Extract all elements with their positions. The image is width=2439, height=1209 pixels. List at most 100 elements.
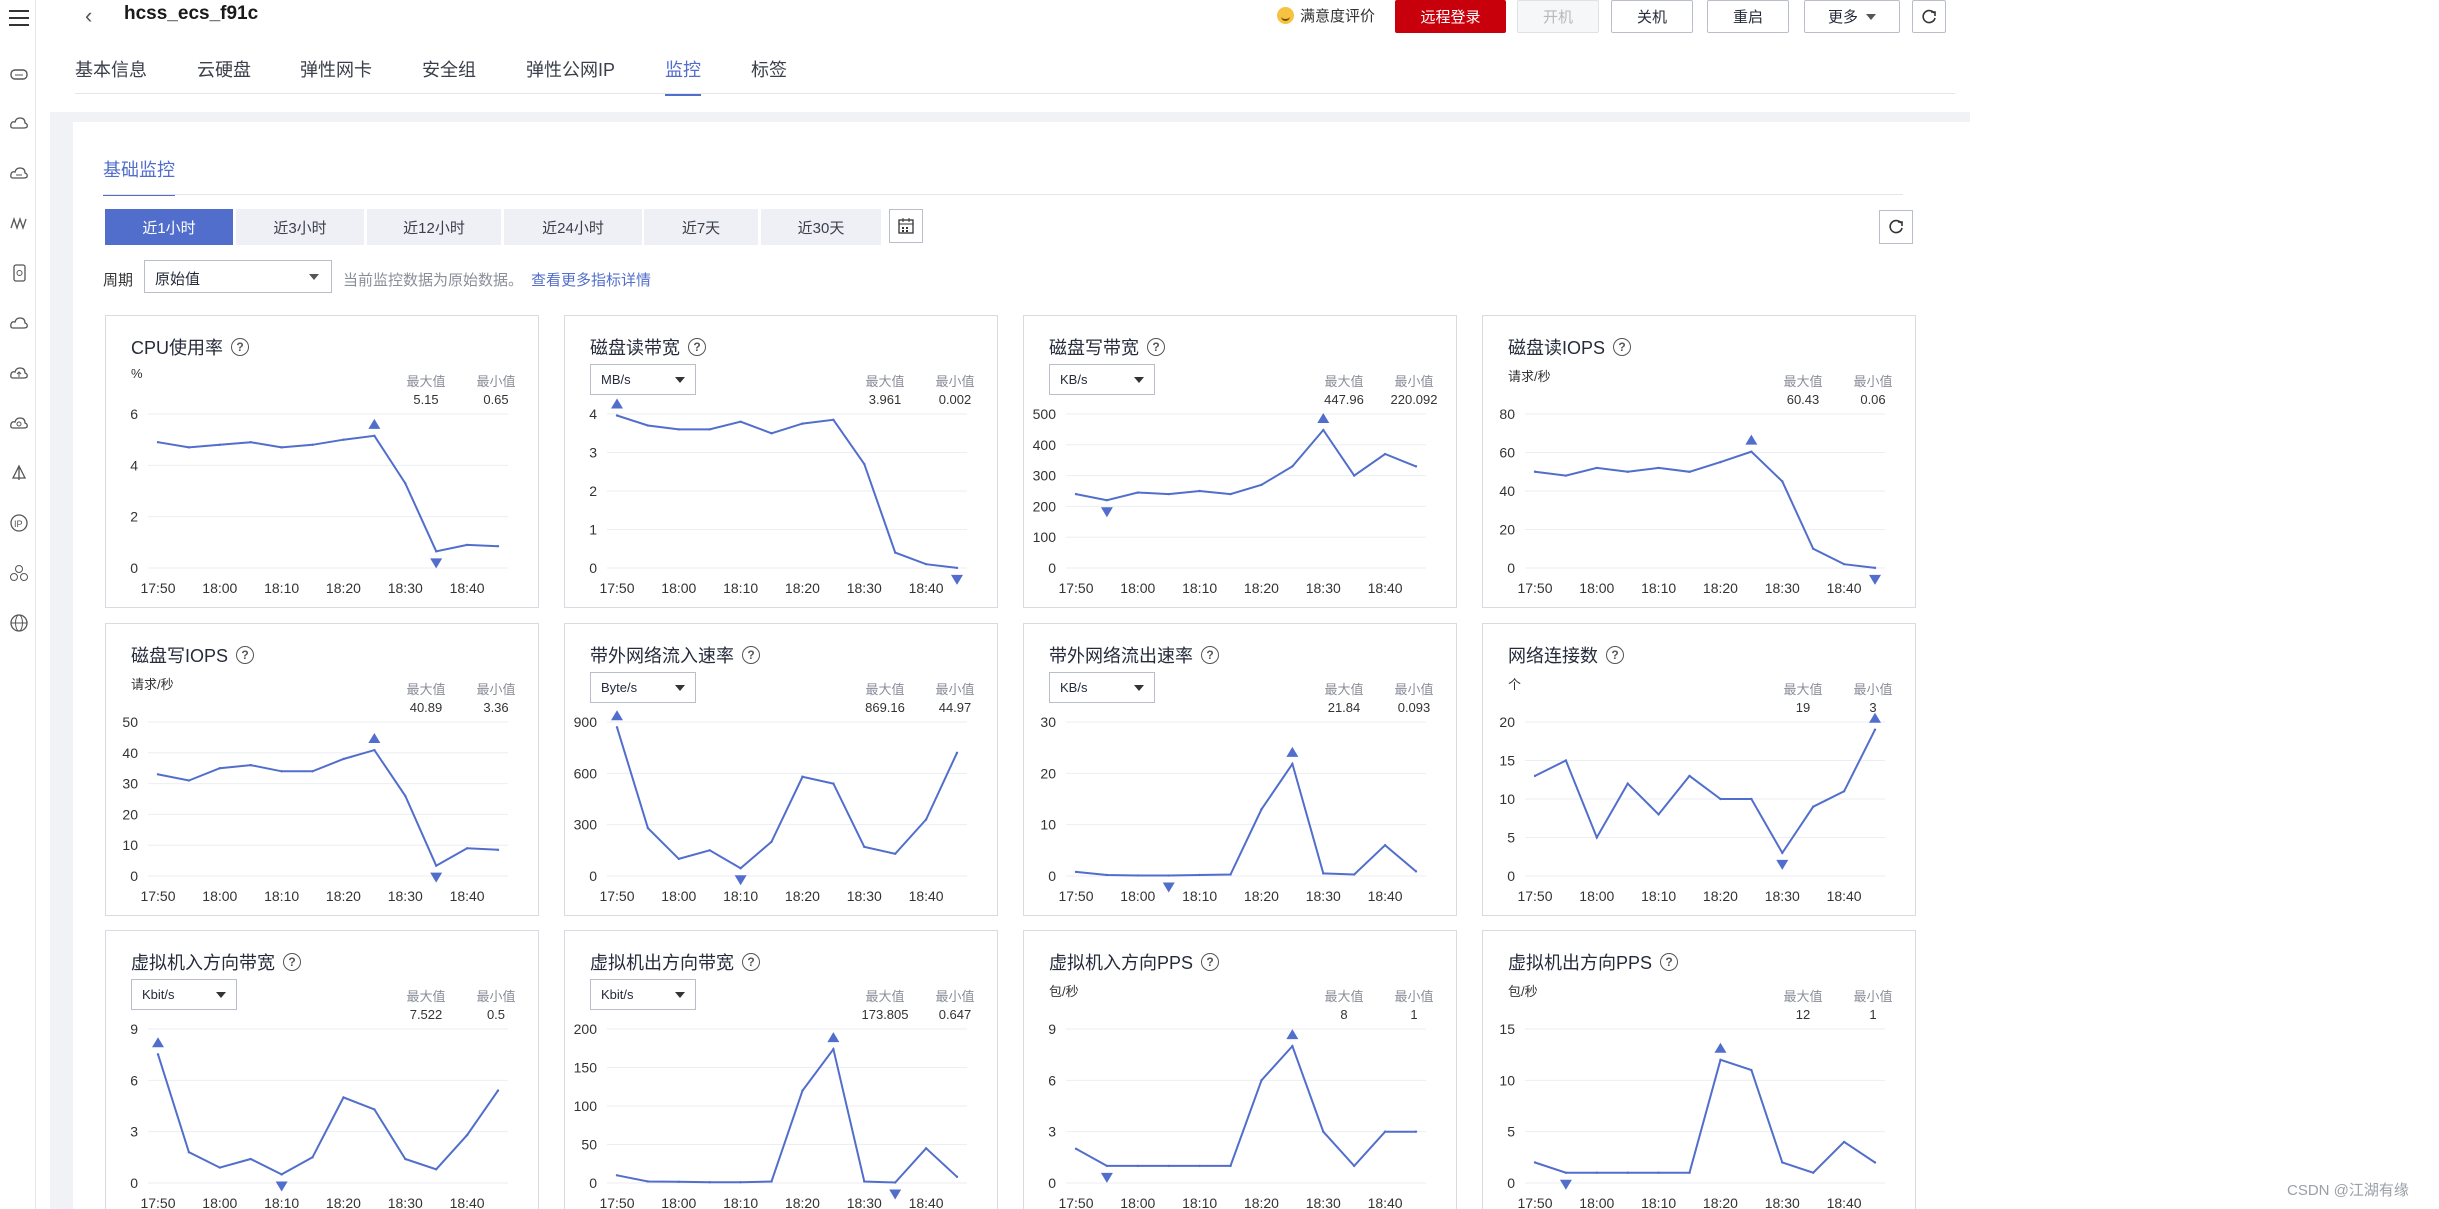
tab-basic-monitoring[interactable]: 基础监控 [103,156,175,196]
y-tick-label: 6 [130,406,138,422]
unit-select[interactable]: Kbit/s [131,979,237,1010]
cloud-sync-icon[interactable] [8,412,30,434]
metric-card: 50 40 30 20 10 0 17:50 18:00 18:10 18:20 18:30 18:4… [105,623,539,916]
y-tick-label: 900 [574,714,598,730]
range-7d[interactable]: 近7天 [644,209,758,245]
help-icon[interactable]: ? [742,646,760,664]
help-icon[interactable]: ? [742,953,760,971]
unit-select[interactable]: KB/s [1049,672,1155,703]
help-icon[interactable]: ? [1201,646,1219,664]
more-dropdown[interactable]: 更多 [1804,0,1900,33]
period-select[interactable]: 原始值 [144,260,332,293]
y-tick-label: 0 [1507,560,1515,576]
data-point [1873,728,1877,731]
range-1h[interactable]: 近1小时 [105,209,233,245]
metric-card: 200 150 100 50 0 17:50 18:00 18:10 18:20 18:30 18:… [564,930,998,1209]
x-tick-label: 18:10 [723,580,758,596]
globe-icon[interactable] [8,612,30,634]
y-tick-label: 20 [1499,714,1515,730]
data-point [1533,470,1537,473]
x-tick-label: 18:10 [1641,580,1676,596]
data-point [1626,782,1629,785]
max-marker-icon [152,1037,164,1048]
help-icon[interactable]: ? [688,338,706,356]
help-icon[interactable]: ? [231,338,250,356]
satisfaction-label: 满意度评价 [1300,8,1376,25]
min-label: 最小值 [1853,682,1893,697]
range-12h[interactable]: 近12小时 [367,209,501,245]
chevron-down-icon [309,274,319,280]
cloud-upload-icon[interactable] [8,362,30,384]
back-arrow-icon[interactable]: ‹ [85,3,92,29]
data-point [218,1166,222,1169]
refresh-button[interactable] [1912,0,1946,33]
range-3h[interactable]: 近3小时 [236,209,364,245]
unit-select[interactable]: MB/s [590,364,696,395]
data-point [708,1181,711,1184]
refresh-charts-button[interactable] [1879,210,1913,244]
data-point [801,422,804,425]
ip-icon[interactable]: IP [8,512,30,534]
tab-elastic-ip[interactable]: 弹性公网IP [526,56,615,94]
unit-select[interactable]: Kbit/s [590,979,696,1010]
help-icon[interactable]: ? [1201,953,1220,971]
data-point [893,852,897,855]
y-tick-label: 500 [1033,406,1057,422]
data-point [342,757,345,761]
help-icon[interactable]: ? [1660,953,1679,971]
unit-select[interactable]: Byte/s [590,672,696,703]
help-icon[interactable]: ? [283,953,301,971]
cloud-outline-icon[interactable] [8,312,30,334]
power-on-button[interactable]: 开机 [1517,0,1599,33]
data-point [1533,1161,1537,1164]
metric-title-text: 虚拟机出方向PPS [1508,953,1653,973]
tab-basic-info[interactable]: 基本信息 [75,56,147,94]
min-value: 0.647 [938,1007,972,1022]
power-off-button[interactable]: 关机 [1611,0,1693,33]
calendar-button[interactable] [889,209,923,243]
x-tick-label: 18:20 [326,1195,361,1209]
tab-monitoring[interactable]: 监控 [665,56,701,96]
data-point [1105,1164,1109,1168]
remote-login-button[interactable]: 远程登录 [1395,0,1506,33]
x-tick-label: 17:50 [140,1195,175,1209]
metric-title-text: 网络连接数 [1508,646,1598,666]
storage-icon[interactable] [8,262,30,284]
cloud-icon[interactable] [8,112,30,134]
y-tick-label: 150 [574,1060,598,1076]
help-icon[interactable]: ? [236,646,255,664]
cluster-icon[interactable] [8,562,30,584]
tab-elastic-nic[interactable]: 弹性网卡 [300,56,372,94]
help-icon[interactable]: ? [1613,338,1632,356]
network-icon[interactable] [8,212,30,234]
help-icon[interactable]: ? [1606,646,1624,664]
hamburger-menu-icon[interactable] [9,10,29,28]
data-point [646,1180,650,1183]
max-stat: 最大值 173.805 [855,986,915,1022]
metrics-detail-link[interactable]: 查看更多指标详情 [531,272,651,289]
min-marker-icon [275,1181,288,1192]
max-value: 8 [1340,1007,1348,1022]
x-tick-label: 18:10 [723,1195,758,1209]
ecs-icon[interactable] [8,62,30,84]
y-tick-label: 3 [1048,1124,1056,1140]
y-tick-label: 30 [122,776,138,792]
restart-button[interactable]: 重启 [1707,0,1789,33]
cloud-server-icon[interactable] [8,162,30,184]
data-point [770,840,773,843]
instance-header: ‹ hcss_ecs_f91c 满意度评价 远程登录 开机 关机 重启 更多 基… [50,0,1970,112]
sail-icon[interactable] [8,462,30,484]
max-label: 最大值 [406,989,446,1004]
max-stat: 最大值 8 [1314,986,1374,1022]
range-24h[interactable]: 近24小时 [504,209,642,245]
help-icon[interactable]: ? [1147,338,1165,356]
data-point [1198,1164,1201,1168]
tab-tags[interactable]: 标签 [751,56,787,94]
tab-cloud-disk[interactable]: 云硬盘 [197,56,251,94]
data-point [615,414,619,417]
satisfaction-rating[interactable]: 满意度评价 [1277,5,1375,26]
range-30d[interactable]: 近30天 [761,209,881,245]
min-stat: 最小值 0.65 [466,371,526,407]
unit-select[interactable]: KB/s [1049,364,1155,395]
tab-security-group[interactable]: 安全组 [422,56,476,94]
